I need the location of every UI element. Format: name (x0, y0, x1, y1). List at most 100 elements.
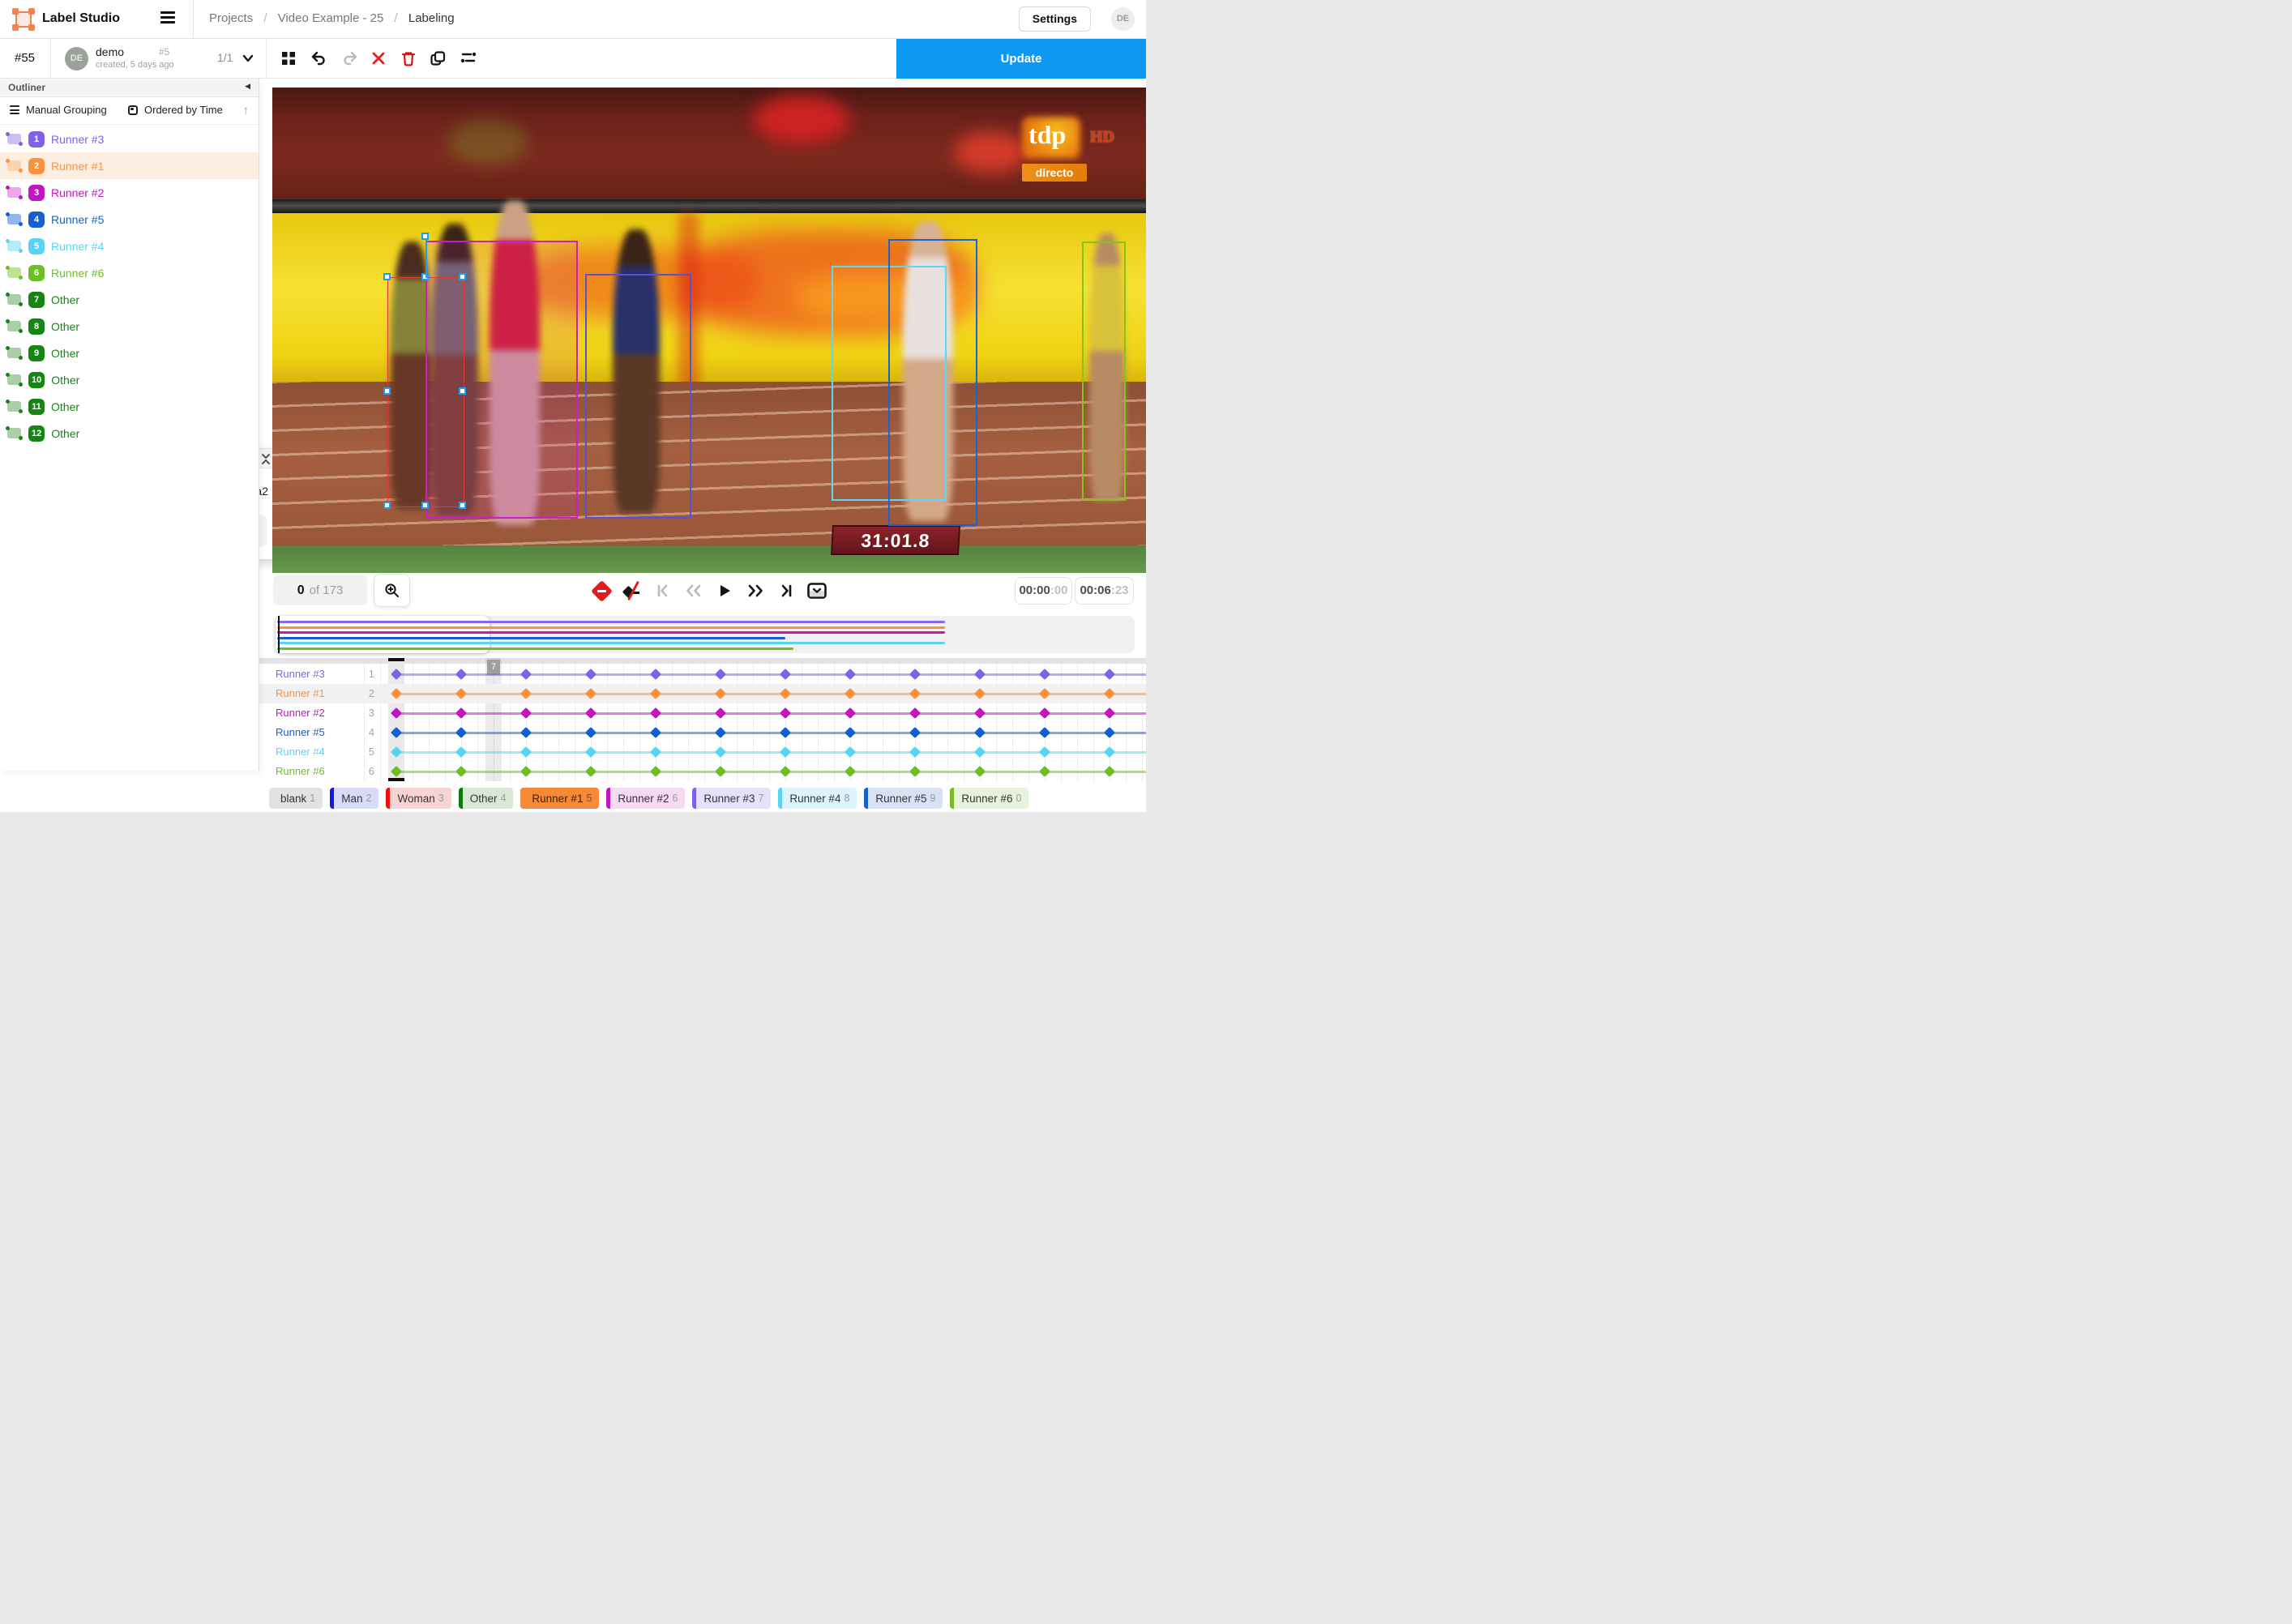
region-row-runner-6-6[interactable]: 6Runner #6 (0, 259, 259, 286)
rotation-handle[interactable] (421, 233, 429, 240)
keyframe-diamond[interactable] (909, 727, 921, 738)
resize-handle[interactable] (459, 502, 466, 509)
duplicate-annotation-icon[interactable] (430, 50, 447, 68)
settings-button[interactable]: Settings (1019, 6, 1091, 32)
keyframe-diamond[interactable] (780, 746, 791, 758)
region-row-other-9[interactable]: 9Other (0, 340, 259, 366)
keyframe-diamond[interactable] (455, 707, 467, 719)
breadcrumb-projects[interactable]: Projects (209, 11, 253, 25)
label-chip-runner-2[interactable]: Runner #26 (606, 788, 685, 809)
resize-handle[interactable] (383, 387, 391, 395)
timeline-row-label[interactable]: Runner #1 (276, 687, 325, 699)
delete-annotation-icon[interactable] (400, 50, 418, 68)
region-row-runner-5-4[interactable]: 4Runner #5 (0, 206, 259, 233)
keyframe-diamond[interactable] (780, 707, 791, 719)
timeline-collapse-icon[interactable] (807, 581, 827, 600)
keyframe-diamond[interactable] (391, 727, 402, 738)
region-row-runner-2-3[interactable]: 3Runner #2 (0, 179, 259, 206)
region-row-other-11[interactable]: 11Other (0, 393, 259, 420)
redo-icon[interactable] (340, 50, 358, 68)
label-chip-runner-3[interactable]: Runner #37 (692, 788, 771, 809)
keyframe-diamond[interactable] (391, 669, 402, 680)
keyframe-diamond[interactable] (909, 688, 921, 699)
keyframe-diamond[interactable] (715, 727, 726, 738)
resize-handle[interactable] (459, 273, 466, 280)
label-chip-woman[interactable]: Woman3 (386, 788, 451, 809)
keyframe-diamond[interactable] (1104, 727, 1115, 738)
sort-direction-icon[interactable]: ↑ (243, 104, 250, 118)
hamburger-menu-icon[interactable] (160, 11, 177, 28)
keyframe-diamond[interactable] (391, 688, 402, 699)
label-chip-runner-1[interactable]: Runner #15 (520, 788, 599, 809)
frame-counter[interactable]: 0of 173 (273, 575, 367, 605)
pager-chevron-down-icon[interactable] (242, 53, 254, 64)
keyframe-diamond[interactable] (650, 727, 661, 738)
keyframe-diamond[interactable] (1104, 746, 1115, 758)
keyframe-diamond[interactable] (520, 746, 532, 758)
region-row-other-10[interactable]: 10Other (0, 366, 259, 393)
keyframe-diamond[interactable] (650, 688, 661, 699)
keyframe-diamond[interactable] (455, 766, 467, 777)
keyframe-diamond[interactable] (585, 707, 597, 719)
keyframe-diamond[interactable] (909, 746, 921, 758)
keyframe-diamond[interactable] (974, 727, 986, 738)
keyframe-diamond[interactable] (974, 707, 986, 719)
keyframe-diamond[interactable] (715, 688, 726, 699)
keyframe-diamond[interactable] (391, 746, 402, 758)
timeline-row-label[interactable]: Runner #6 (276, 765, 325, 777)
playhead-tick-top[interactable] (388, 658, 404, 661)
keyframe-diamond[interactable] (715, 707, 726, 719)
timeline-minimap[interactable] (276, 616, 1135, 653)
keyframe-diamond[interactable] (780, 688, 791, 699)
keyframe-diamond[interactable] (650, 766, 661, 777)
keyframe-diamond[interactable] (845, 669, 856, 680)
keyframe-diamond[interactable] (455, 688, 467, 699)
keyframe-diamond[interactable] (845, 727, 856, 738)
keyframe-diamond[interactable] (1039, 766, 1050, 777)
resize-handle[interactable] (383, 273, 391, 280)
keyframe-diamond[interactable] (845, 766, 856, 777)
keyframe-diamond[interactable] (455, 727, 467, 738)
last-frame-icon[interactable] (776, 581, 796, 600)
remove-keyframe-icon[interactable] (592, 581, 611, 600)
label-chip-runner-5[interactable]: Runner #59 (864, 788, 943, 809)
keyframe-diamond[interactable] (780, 669, 791, 680)
manual-grouping-selector[interactable]: Manual Grouping (26, 104, 107, 118)
label-chip-blank[interactable]: blank1 (269, 788, 323, 809)
keyframe-diamond[interactable] (1039, 727, 1050, 738)
keyframe-diamond[interactable] (520, 669, 532, 680)
region-row-runner-4-5[interactable]: 5Runner #4 (0, 233, 259, 259)
keyframe-diamond[interactable] (585, 727, 597, 738)
keyframe-diamond[interactable] (909, 766, 921, 777)
resize-handle[interactable] (421, 502, 429, 509)
keyframe-diamond[interactable] (650, 669, 661, 680)
bbox-runner-5[interactable] (888, 239, 977, 526)
keyframe-diamond[interactable] (1039, 707, 1050, 719)
region-row-other-12[interactable]: 12Other (0, 420, 259, 447)
keyframe-diamond[interactable] (455, 669, 467, 680)
keyframe-diamond[interactable] (845, 688, 856, 699)
rewind-icon[interactable] (684, 581, 703, 600)
keyframe-diamond[interactable] (1039, 688, 1050, 699)
breadcrumb-project-name[interactable]: Video Example - 25 (278, 11, 384, 25)
resize-handle[interactable] (383, 502, 391, 509)
region-row-runner-3-1[interactable]: 1Runner #3 (0, 126, 259, 152)
grid-view-icon[interactable] (280, 50, 298, 68)
keyframe-diamond[interactable] (520, 727, 532, 738)
details-collapse-icon[interactable] (260, 452, 272, 466)
relations-settings-icon[interactable] (460, 50, 477, 68)
bbox-runner-3[interactable] (585, 274, 691, 519)
region-row-other-8[interactable]: 8Other (0, 313, 259, 340)
keyframe-diamond[interactable] (845, 746, 856, 758)
keyframe-diamond[interactable] (780, 727, 791, 738)
keyframe-diamond[interactable] (909, 669, 921, 680)
keyframe-diamond[interactable] (1104, 707, 1115, 719)
keyframe-diamond[interactable] (391, 766, 402, 777)
keyframe-diamond[interactable] (585, 746, 597, 758)
update-button[interactable]: Update (896, 39, 1146, 79)
keyframe-diamond[interactable] (650, 746, 661, 758)
toggle-interpolation-icon[interactable] (622, 581, 642, 600)
keyframe-diamond[interactable] (1104, 669, 1115, 680)
keyframe-diamond[interactable] (845, 707, 856, 719)
label-chip-runner-6[interactable]: Runner #60 (950, 788, 1028, 809)
